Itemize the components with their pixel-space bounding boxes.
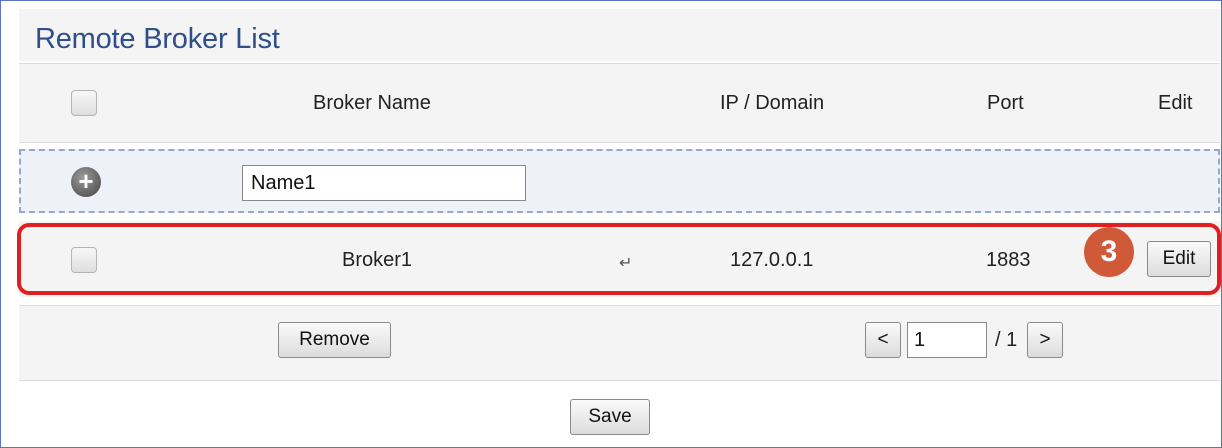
broker-name-input[interactable] — [242, 165, 526, 201]
remote-broker-panel: Remote Broker List Broker Name IP / Doma… — [0, 0, 1222, 448]
highlight-box — [17, 223, 1221, 295]
remove-button[interactable]: Remove — [278, 322, 391, 358]
header-port: Port — [987, 92, 1024, 114]
table-header: Broker Name IP / Domain Port Edit — [19, 63, 1220, 143]
header-ip-domain: IP / Domain — [720, 92, 825, 114]
header-edit: Edit — [1158, 92, 1193, 114]
plus-circle-icon[interactable]: + — [71, 167, 101, 197]
step-badge: 3 — [1084, 227, 1134, 277]
next-page-button[interactable]: > — [1027, 322, 1063, 358]
header-broker-name: Broker Name — [313, 92, 431, 114]
prev-page-button[interactable]: < — [865, 322, 901, 358]
page-total: / 1 — [995, 329, 1018, 351]
title-bar: Remote Broker List — [19, 9, 1220, 61]
add-broker-row: + — [19, 149, 1220, 213]
select-all-checkbox[interactable] — [71, 90, 97, 116]
page-title: Remote Broker List — [35, 23, 280, 55]
save-button[interactable]: Save — [570, 399, 650, 435]
page-number-input[interactable] — [907, 322, 987, 358]
